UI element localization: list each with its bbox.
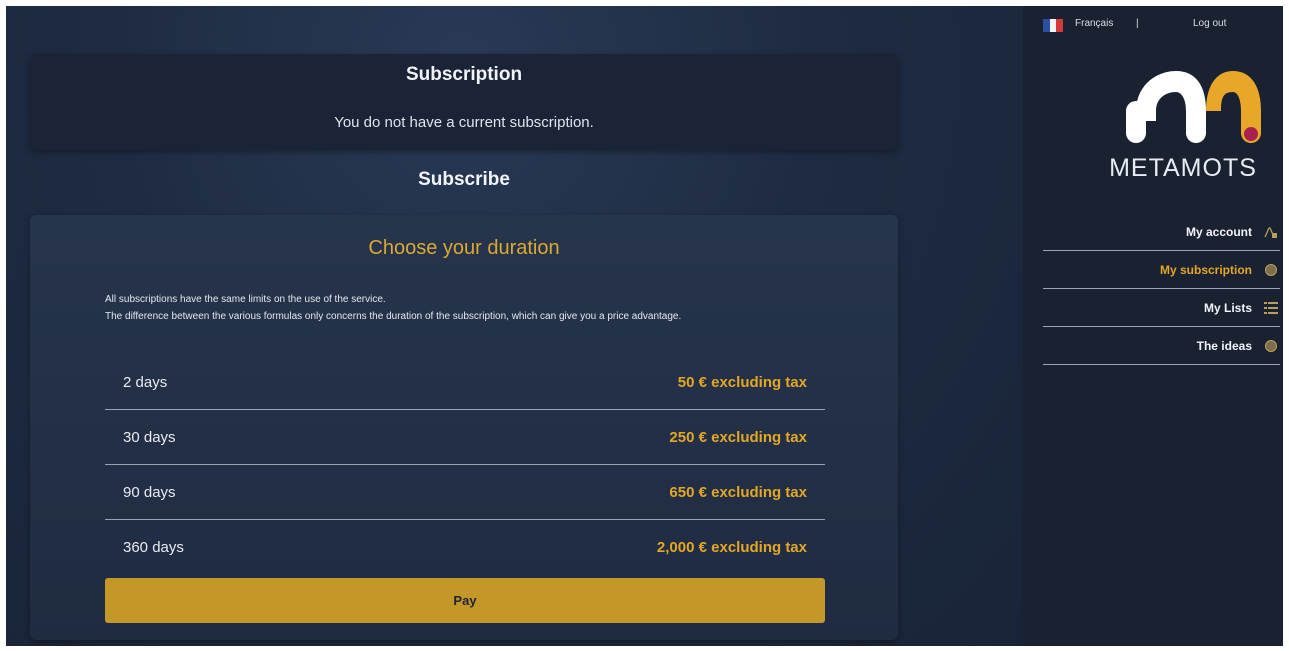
description-line-1: All subscriptions have the same limits o…: [105, 294, 386, 305]
subscription-status: You do not have a current subscription.: [334, 114, 594, 131]
language-link[interactable]: Français: [1075, 18, 1113, 29]
duration-option-2-days[interactable]: 2 days 50 € excluding tax: [105, 355, 825, 410]
sidebar-nav: My account My subscription My Lists The …: [1043, 213, 1280, 365]
choose-duration-title: Choose your duration: [368, 237, 560, 259]
sidebar-item-label: My Lists: [1203, 301, 1252, 315]
logout-link[interactable]: Log out: [1193, 18, 1226, 29]
duration-option-30-days[interactable]: 30 days 250 € excluding tax: [105, 410, 825, 465]
circle-icon: [1265, 340, 1277, 352]
logo-mark-icon: [1126, 71, 1261, 143]
choose-duration-panel: Choose your duration All subscriptions h…: [30, 215, 898, 640]
subscribe-title: Subscribe: [418, 169, 510, 190]
subscription-description: All subscriptions have the same limits o…: [105, 291, 825, 325]
circle-icon: [1265, 264, 1277, 276]
duration-option-360-days[interactable]: 360 days 2,000 € excluding tax: [105, 520, 825, 575]
brand-name: METAMOTS: [1109, 154, 1257, 182]
top-bar: Français | Log out: [1043, 16, 1283, 36]
description-line-2: The difference between the various formu…: [105, 311, 682, 322]
list-icon: [1264, 302, 1278, 314]
separator: |: [1136, 18, 1139, 29]
sidebar: Français | Log out METAMOTS My account M…: [1023, 6, 1283, 646]
main-content: Subscription You do not have a current s…: [6, 6, 1023, 646]
option-duration: 2 days: [123, 374, 168, 391]
duration-option-90-days[interactable]: 90 days 650 € excluding tax: [105, 465, 825, 520]
sidebar-item-the-ideas[interactable]: The ideas: [1043, 327, 1280, 365]
account-icon: [1264, 227, 1277, 238]
option-price: 650 € excluding tax: [669, 484, 807, 501]
pay-button[interactable]: Pay: [105, 578, 825, 623]
option-duration: 30 days: [123, 429, 176, 446]
sidebar-item-label: My subscription: [1159, 263, 1252, 277]
french-flag-icon: [1043, 19, 1064, 32]
brand-logo: METAMOTS: [1103, 66, 1263, 182]
option-duration: 360 days: [123, 539, 184, 556]
option-price: 50 € excluding tax: [677, 374, 807, 391]
subscription-panel: Subscription You do not have a current s…: [30, 54, 898, 150]
option-price: 250 € excluding tax: [669, 429, 807, 446]
sidebar-item-label: The ideas: [1196, 339, 1252, 353]
sidebar-item-my-lists[interactable]: My Lists: [1043, 289, 1280, 327]
option-price: 2,000 € excluding tax: [656, 539, 807, 556]
sidebar-item-my-subscription[interactable]: My subscription: [1043, 251, 1280, 289]
option-duration: 90 days: [123, 484, 176, 501]
app-frame: Subscription You do not have a current s…: [6, 6, 1283, 646]
subscription-title: Subscription: [405, 64, 523, 85]
sidebar-item-my-account[interactable]: My account: [1043, 213, 1280, 251]
sidebar-item-label: My account: [1185, 225, 1252, 239]
